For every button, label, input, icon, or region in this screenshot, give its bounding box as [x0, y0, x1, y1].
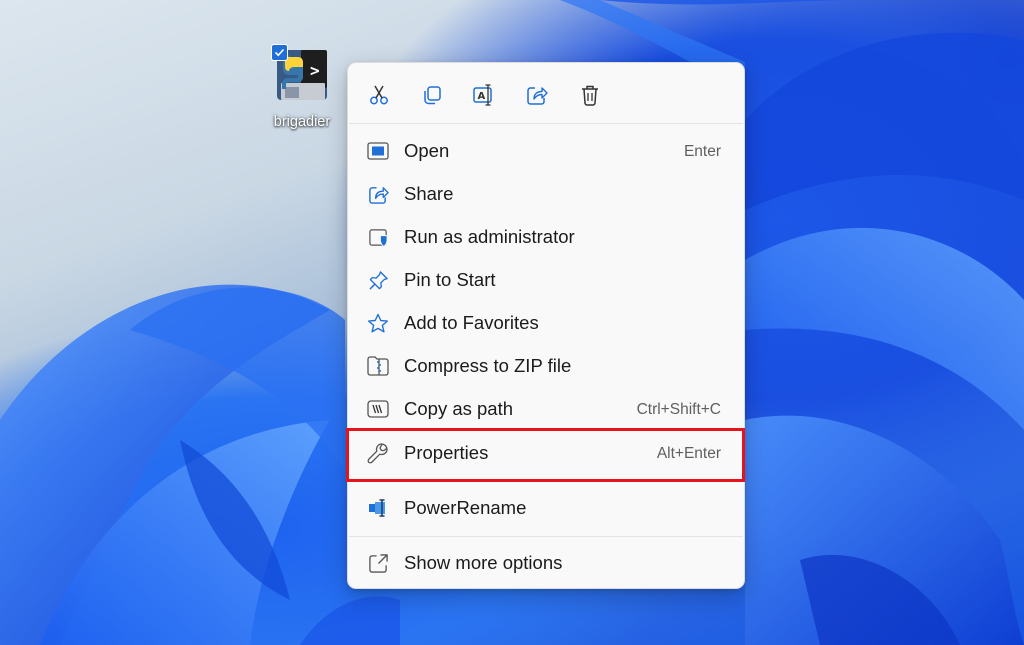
delete-icon: [582, 85, 598, 106]
cut-button[interactable]: [363, 79, 395, 111]
desktop-file-icon-brigadier[interactable]: > brigadier: [262, 42, 342, 134]
open-icon: [367, 141, 389, 161]
context-menu-toolbar: A: [348, 63, 744, 123]
share-icon: [527, 87, 548, 105]
cut-icon: [370, 85, 388, 105]
menu-item-label: Share: [404, 183, 454, 204]
rename-button[interactable]: A: [468, 79, 500, 111]
menu-item-pin-to-start[interactable]: Pin to Start: [353, 260, 739, 300]
menu-item-label: Add to Favorites: [404, 312, 539, 333]
svg-text:A: A: [478, 91, 486, 102]
menu-item-copy-as-path[interactable]: Copy as path Ctrl+Shift+C: [353, 389, 739, 429]
menu-item-label: PowerRename: [404, 497, 527, 518]
pin-icon: [367, 270, 389, 290]
menu-item-add-to-favorites[interactable]: Add to Favorites: [353, 303, 739, 343]
show-more-icon: [367, 553, 389, 573]
menu-item-share[interactable]: Share: [353, 174, 739, 214]
menu-separator: [349, 536, 743, 537]
desktop-icon-label: brigadier: [273, 114, 331, 130]
selection-checkbox[interactable]: [271, 44, 288, 61]
menu-item-power-rename[interactable]: PowerRename: [353, 488, 739, 528]
delete-button[interactable]: [574, 79, 606, 111]
copy-icon: [424, 86, 441, 105]
toolbar-separator: [349, 123, 743, 124]
menu-item-label: Compress to ZIP file: [404, 355, 572, 376]
menu-item-label: Run as administrator: [404, 226, 575, 247]
zip-folder-icon: [367, 356, 389, 376]
menu-item-open[interactable]: Open Enter: [353, 131, 739, 171]
menu-item-label: Copy as path: [404, 398, 514, 419]
copy-button[interactable]: [416, 79, 448, 111]
rename-icon: A: [473, 84, 492, 106]
menu-item-label: Pin to Start: [404, 269, 496, 290]
menu-item-shortcut: Enter: [683, 143, 721, 160]
copy-path-icon: [367, 399, 389, 419]
share-icon: [367, 184, 389, 204]
menu-item-run-as-administrator[interactable]: Run as administrator: [353, 217, 739, 257]
menu-item-show-more-options[interactable]: Show more options: [353, 543, 739, 583]
menu-item-shortcut: Ctrl+Shift+C: [636, 401, 721, 418]
svg-text:>: >: [310, 61, 320, 80]
context-menu: A Open Enter Share Run as administrator …: [347, 62, 745, 589]
shield-icon: [367, 227, 389, 247]
checkmark-icon: [274, 48, 285, 57]
share-button[interactable]: [521, 79, 553, 111]
menu-item-compress-to-zip[interactable]: Compress to ZIP file: [353, 346, 739, 386]
star-icon: [367, 313, 389, 333]
properties-highlight-box: [346, 428, 745, 482]
menu-item-label: Show more options: [404, 552, 563, 573]
menu-item-label: Open: [404, 140, 450, 161]
power-rename-icon: [367, 498, 389, 518]
